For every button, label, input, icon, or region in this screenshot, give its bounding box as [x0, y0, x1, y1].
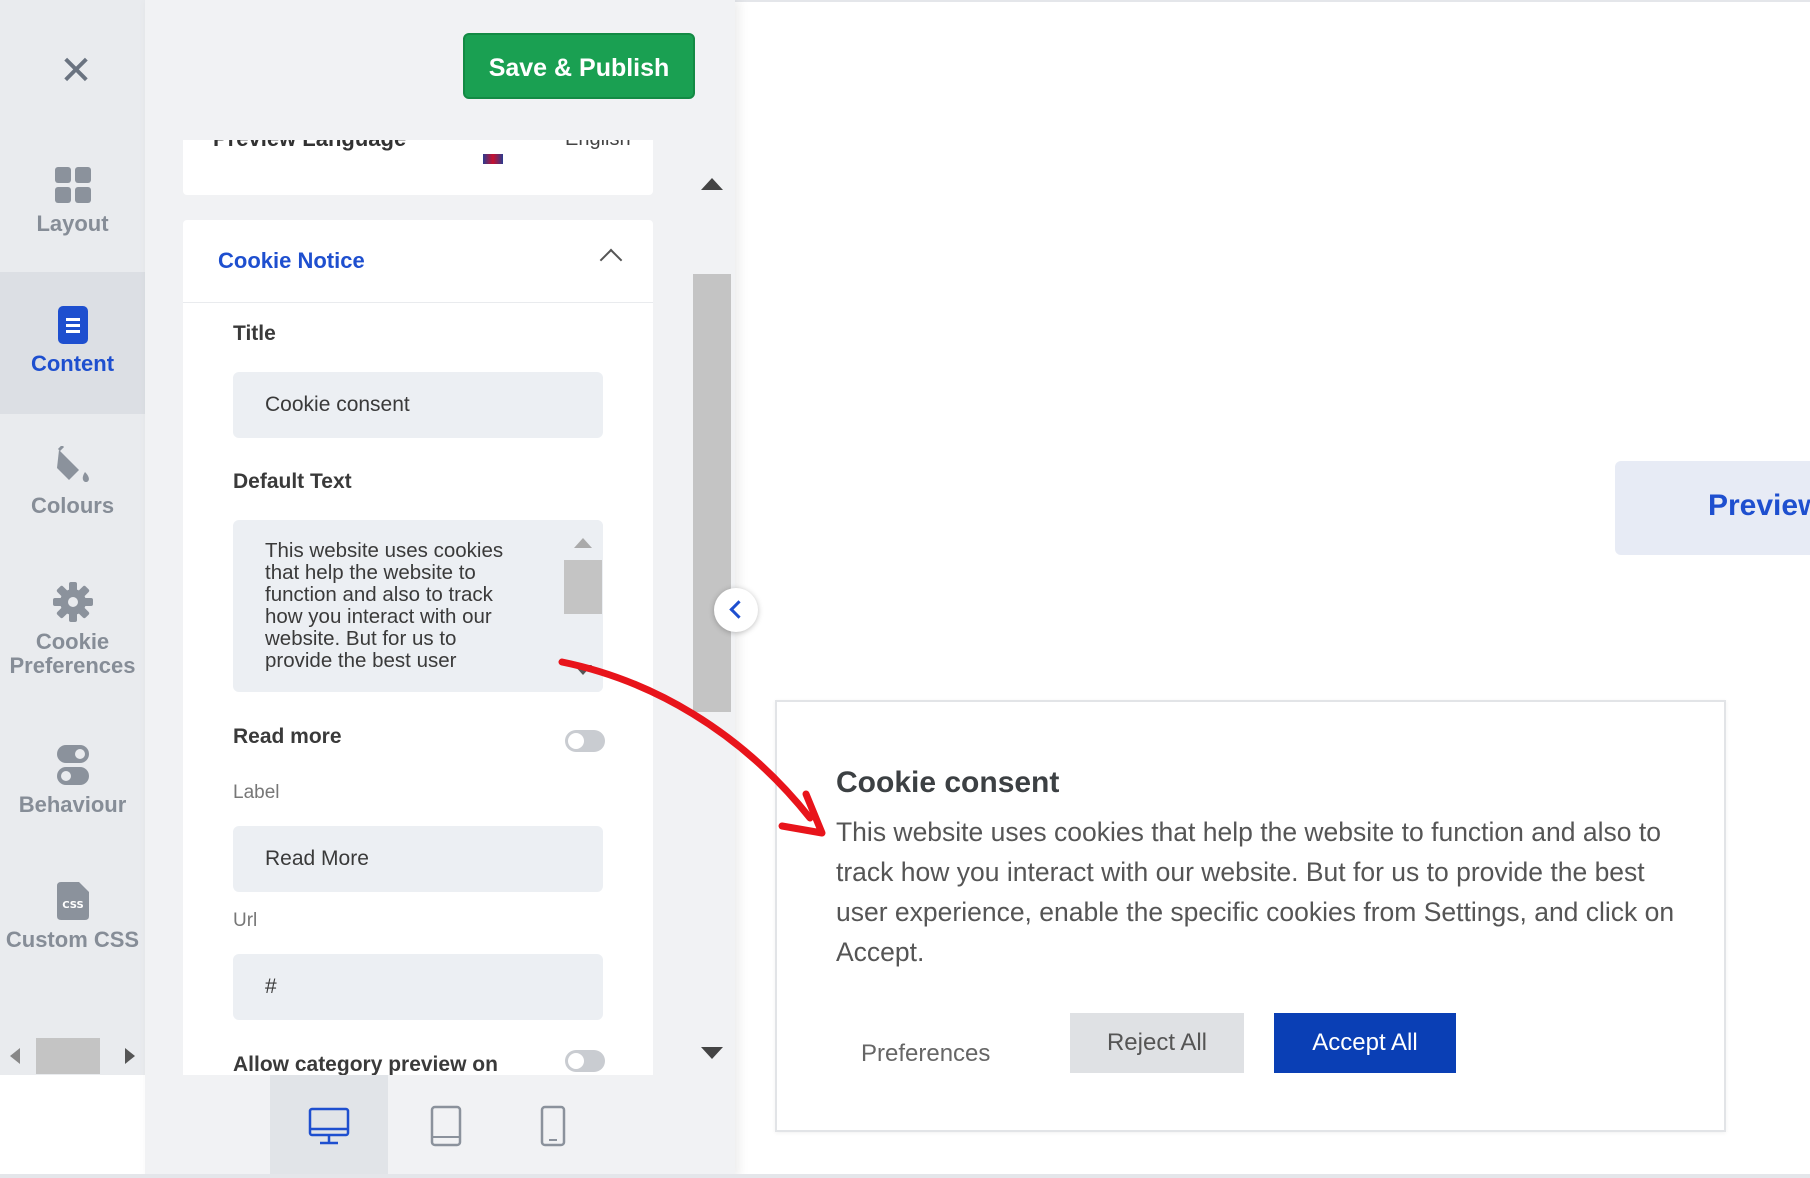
device-switcher: [145, 1075, 735, 1178]
desktop-view-button[interactable]: [270, 1075, 388, 1178]
sidebar-item-label: Layout: [36, 211, 109, 236]
sidebar-item-label: Content: [30, 351, 115, 376]
sidebar-horizontal-scrollbar[interactable]: [10, 1038, 135, 1074]
scrollbar-thumb[interactable]: [36, 1038, 100, 1074]
gear-icon: [52, 582, 93, 622]
sidebar-item-behaviour[interactable]: Behaviour: [0, 745, 145, 825]
sidebar-item-label: Behaviour: [18, 792, 127, 817]
chevron-up-icon[interactable]: [599, 248, 623, 272]
chevron-left-icon: [729, 600, 748, 619]
sidebar-item-layout[interactable]: Layout: [0, 166, 145, 246]
scrollbar-thumb[interactable]: [693, 274, 731, 712]
cookie-notice-section: Cookie Notice Title Cookie consent Defau…: [183, 220, 653, 1100]
cookie-banner-preview: Cookie consent This website uses cookies…: [775, 700, 1726, 1132]
tablet-view-button[interactable]: [388, 1075, 506, 1178]
sidebar-item-colours[interactable]: Colours: [0, 446, 145, 526]
scroll-down-arrow-icon[interactable]: [701, 1047, 723, 1059]
scroll-up-arrow-icon[interactable]: [574, 538, 592, 548]
title-label: Title: [233, 322, 276, 345]
accept-all-button[interactable]: Accept All: [1274, 1013, 1456, 1073]
layout-grid-icon: [54, 167, 91, 203]
close-icon[interactable]: ✕: [55, 50, 97, 92]
cookie-notice-header[interactable]: Cookie Notice: [183, 220, 653, 303]
sidebar-item-content[interactable]: Content: [0, 272, 145, 414]
sidebar-item-custom-css[interactable]: CSS Custom CSS: [0, 882, 145, 982]
desktop-icon: [308, 1107, 350, 1145]
uk-flag-icon: [483, 154, 503, 164]
banner-title: Cookie consent: [836, 766, 1060, 799]
default-text-value: This website uses cookies that help the …: [265, 539, 504, 672]
bottom-border: [0, 1174, 1810, 1178]
scrollbar-thumb[interactable]: [564, 560, 602, 614]
mobile-view-button[interactable]: [494, 1075, 612, 1178]
toggle-icon: [56, 745, 89, 785]
section-title: Cookie Notice: [218, 248, 365, 273]
sidebar-rail: ✕ Layout Content Colours Cookie Preferen…: [0, 0, 145, 1075]
url-field-label: Url: [233, 910, 258, 931]
settings-panel: Save & Publish Preview Language English …: [145, 0, 735, 1178]
default-text-label: Default Text: [233, 470, 352, 493]
preview-language-select[interactable]: English: [565, 140, 631, 151]
collapse-panel-button[interactable]: [714, 588, 758, 632]
paint-bucket-icon: [56, 446, 89, 482]
scroll-right-arrow-icon[interactable]: [125, 1048, 135, 1064]
read-more-label: Read more: [233, 725, 342, 748]
read-more-toggle[interactable]: [565, 730, 605, 752]
mobile-icon: [540, 1105, 566, 1147]
label-field-label: Label: [233, 782, 280, 803]
sidebar-item-label: Custom CSS: [5, 927, 140, 952]
preferences-button[interactable]: Preferences: [861, 1025, 990, 1083]
svg-text:CSS: CSS: [62, 900, 83, 911]
scroll-down-arrow-icon[interactable]: [574, 665, 592, 675]
preview-language-label: Preview Language: [213, 140, 406, 152]
banner-text: This website uses cookies that help the …: [836, 817, 1675, 967]
url-input[interactable]: #: [233, 954, 603, 1020]
scroll-left-arrow-icon[interactable]: [10, 1048, 20, 1064]
tablet-icon: [430, 1105, 462, 1147]
category-preview-label: Allow category preview on: [233, 1053, 498, 1076]
scroll-up-arrow-icon[interactable]: [701, 178, 723, 190]
preview-tab[interactable]: Preview: [1615, 461, 1810, 555]
sidebar-item-cookie-preferences[interactable]: Cookie Preferences: [0, 582, 145, 682]
save-publish-button[interactable]: Save & Publish: [463, 33, 695, 99]
css-file-icon: CSS: [56, 882, 89, 920]
preview-language-card: Preview Language English: [183, 140, 653, 195]
content-document-icon: [57, 306, 88, 344]
preview-tab-label: Preview: [1708, 489, 1810, 522]
sidebar-item-label: Colours: [30, 493, 115, 518]
default-text-textarea[interactable]: This website uses cookies that help the …: [233, 520, 603, 692]
read-more-label-input[interactable]: Read More: [233, 826, 603, 892]
title-input[interactable]: Cookie consent: [233, 372, 603, 438]
category-preview-toggle[interactable]: [565, 1050, 605, 1072]
sidebar-item-label: Cookie Preferences: [9, 629, 136, 678]
reject-all-button[interactable]: Reject All: [1070, 1013, 1244, 1073]
textarea-scrollbar[interactable]: [563, 520, 603, 692]
